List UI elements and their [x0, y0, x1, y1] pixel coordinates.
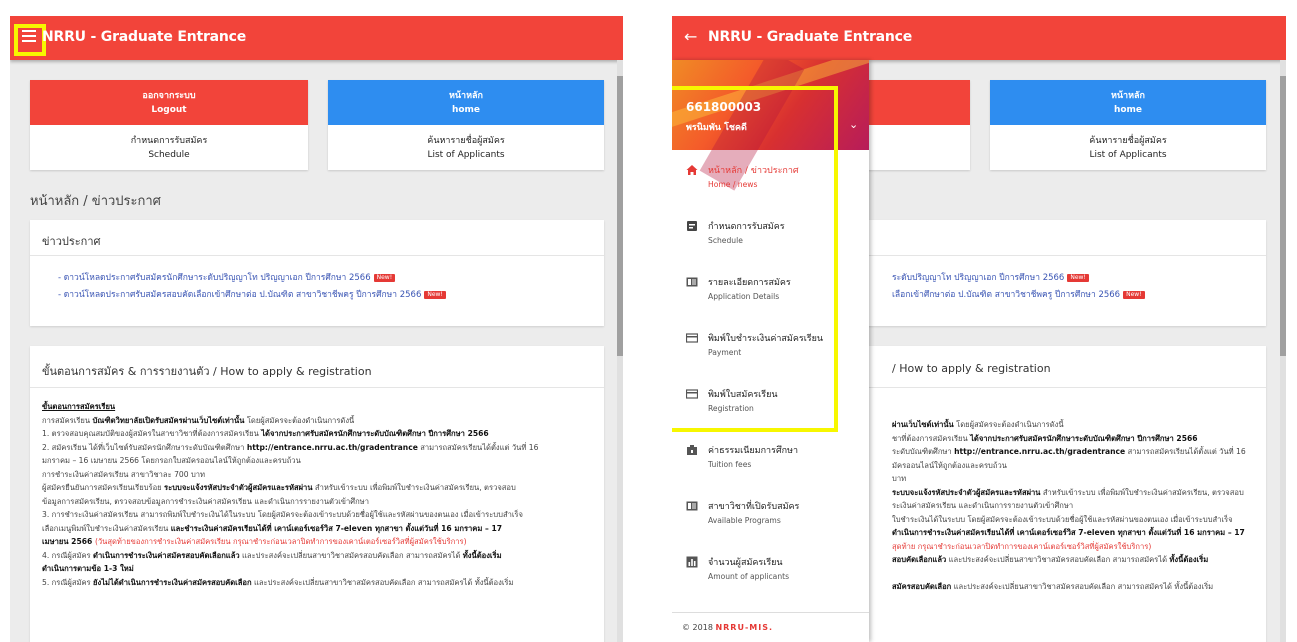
howto-body: ขั้นตอนการสมัครเรียน การสมัครเรียน บัณฑิ… [30, 388, 604, 589]
new-badge: New! [1067, 273, 1089, 282]
schedule-label-th: กำหนดการรับสมัคร [130, 136, 208, 146]
news-item[interactable]: เลือกเข้าศึกษาต่อ ป.บัณฑิต สาขาวิชาชีพคร… [892, 287, 1266, 304]
applicants-button[interactable]: ค้นหารายชื่อผู้สมัคร List of Applicants [328, 125, 604, 170]
howto-line: การสมัครเรียน บัณฑิตวิทยาลัยเปิดรับสมัคร… [42, 415, 355, 425]
howto-line: ดำเนินการตามข้อ 1-3 ใหม่ [42, 564, 134, 573]
back-arrow-icon[interactable]: ← [684, 27, 697, 46]
news-item[interactable]: - ดาวน์โหลดประกาศรับสมัครนักศึกษาระดับปร… [58, 270, 604, 287]
home-label-en: home [1113, 105, 1143, 115]
chevron-down-icon[interactable]: ⌄ [849, 118, 858, 131]
applicants-label-en: List of Applicants [427, 150, 505, 160]
applicants-button[interactable]: ค้นหารายชื่อผู้สมัคร List of Applicants [990, 125, 1266, 170]
howto-line: 2. สมัครเรียน ได้ที่เว็บไซต์รับสมัครนักศ… [42, 442, 539, 452]
highlight-box [672, 86, 838, 432]
howto-line: 4. กรณีผู้สมัคร ดำเนินการชำระเงินค่าสมัค… [42, 550, 502, 560]
home-label-th: หน้าหลัก [1110, 91, 1146, 101]
new-badge: New! [424, 290, 446, 299]
drawer-screen: ← NRRU - Graduate Entrance หน้าหลัก home… [672, 16, 1286, 642]
news-card: ข่าวประกาศ - ดาวน์โหลดประกาศรับสมัครนักศ… [30, 220, 604, 326]
drawer-item-tuition[interactable]: ค่าธรรมเนียมการศึกษา Tuition fees [672, 436, 869, 488]
home-button[interactable]: หน้าหลัก home [990, 80, 1266, 125]
howto-line: 3. การชำระเงินค่าสมัครเรียน สามารถพิมพ์ใ… [42, 510, 523, 519]
new-badge: New! [373, 273, 396, 282]
schedule-label-en: Schedule [148, 150, 190, 160]
howto-line: 1. ตรวจสอบคุณสมบัติของผู้สมัครในสาขาวิชา… [42, 429, 489, 438]
howto-line: ผู้สมัครยืนยันการสมัครเรียนเรียบร้อย ระบ… [42, 483, 516, 492]
logout-label-en: Logout [151, 105, 187, 115]
footer-brand: NRRU-MIS. [715, 623, 774, 632]
howto-line: ข้อมูลการสมัครเรียน, ตรวจสอบข้อมูลการชำร… [42, 496, 369, 506]
home-applicants-card: หน้าหลัก home ค้นหารายชื่อผู้สมัคร List … [328, 80, 604, 170]
app-bar: NRRU - Graduate Entrance [10, 16, 623, 60]
app-title: NRRU - Graduate Entrance [42, 29, 247, 45]
app-title: NRRU - Graduate Entrance [708, 29, 913, 45]
logout-schedule-card: ออกจากระบบ Logout กำหนดการรับสมัคร Sched… [30, 80, 308, 170]
schedule-button[interactable]: กำหนดการรับสมัคร Schedule [30, 125, 308, 170]
drawer-item-label-th: ค่าธรรมเนียมการศึกษา [708, 446, 799, 456]
home-button[interactable]: หน้าหลัก home [328, 80, 604, 125]
news-title: ข่าวประกาศ [30, 220, 604, 256]
scrollbar-thumb[interactable] [1280, 76, 1286, 356]
howto-line: เมษายน 2566 (วันสุดท้ายของการชำระเงินค่า… [42, 537, 467, 546]
logout-button[interactable]: ออกจากระบบ Logout [30, 80, 308, 125]
howto-section-title: ขั้นตอนการสมัครเรียน [42, 402, 116, 411]
drawer-item-label-en: Tuition fees [708, 460, 752, 469]
drawer-footer: © 2018 NRRU-MIS. [672, 612, 869, 642]
howto-line: การชำระเงินค่าสมัครเรียน สาขาวิชาละ 700 … [42, 469, 206, 479]
main-screen: NRRU - Graduate Entrance ออกจากระบบ Logo… [10, 16, 623, 642]
app-bar: ← NRRU - Graduate Entrance [672, 16, 1286, 60]
news-item-text: - ดาวน์โหลดประกาศรับสมัครสอบคัดเลือกเข้า… [58, 290, 422, 300]
howto-card: ขั้นตอนการสมัคร & การรายงานตัว / How to … [30, 346, 604, 642]
news-item[interactable]: - ดาวน์โหลดประกาศรับสมัครสอบคัดเลือกเข้า… [58, 287, 604, 304]
news-item[interactable]: ระดับปริญญาโท ปริญญาเอก ปีการศึกษา 2566 N… [892, 270, 1266, 287]
applicants-label-en: List of Applicants [1089, 150, 1167, 160]
home-applicants-card: หน้าหลัก home ค้นหารายชื่อผู้สมัคร List … [990, 80, 1266, 170]
logout-label-th: ออกจากระบบ [142, 91, 196, 101]
news-list: - ดาวน์โหลดประกาศรับสมัครนักศึกษาระดับปร… [30, 256, 604, 304]
news-item-text: - ดาวน์โหลดประกาศรับสมัครนักศึกษาระดับปร… [58, 273, 371, 283]
drawer-item-applicant-count[interactable]: จำนวนผู้สมัครเรียน Amount of applicants [672, 548, 869, 600]
howto-line: มกราคม – 16 เมษายน 2566 โดยกรอกใบสมัครออ… [42, 456, 301, 465]
drawer-item-label-th: จำนวนผู้สมัครเรียน [708, 558, 783, 568]
home-label-en: home [451, 105, 481, 115]
home-label-th: หน้าหลัก [448, 91, 484, 101]
tuition-icon [687, 445, 697, 455]
drawer-item-programs[interactable]: สาขาวิชาที่เปิดรับสมัคร Available Progra… [672, 492, 869, 544]
howto-title: ขั้นตอนการสมัคร & การรายงานตัว / How to … [30, 346, 604, 388]
drawer-item-label-en: Available Programs [708, 516, 781, 525]
new-badge: New! [1123, 290, 1145, 299]
howto-line: 5. กรณีผู้สมัคร ยังไม่ได้ดำเนินการชำระเง… [42, 577, 514, 587]
applicants-label-th: ค้นหารายชื่อผู้สมัคร [427, 136, 505, 146]
footer-copyright: © 2018 [682, 623, 716, 632]
programs-icon [686, 501, 698, 511]
chart-icon [686, 556, 698, 568]
scrollbar-thumb[interactable] [617, 76, 623, 356]
breadcrumb: หน้าหลัก / ข่าวประกาศ [30, 194, 161, 209]
drawer-item-label-en: Amount of applicants [708, 572, 790, 581]
howto-line: เลือกเมนูพิมพ์ใบชำระเงินค่าสมัครเรียน แล… [42, 523, 503, 533]
drawer-item-label-th: สาขาวิชาที่เปิดรับสมัคร [708, 502, 800, 512]
applicants-label-th: ค้นหารายชื่อผู้สมัคร [1089, 136, 1167, 146]
